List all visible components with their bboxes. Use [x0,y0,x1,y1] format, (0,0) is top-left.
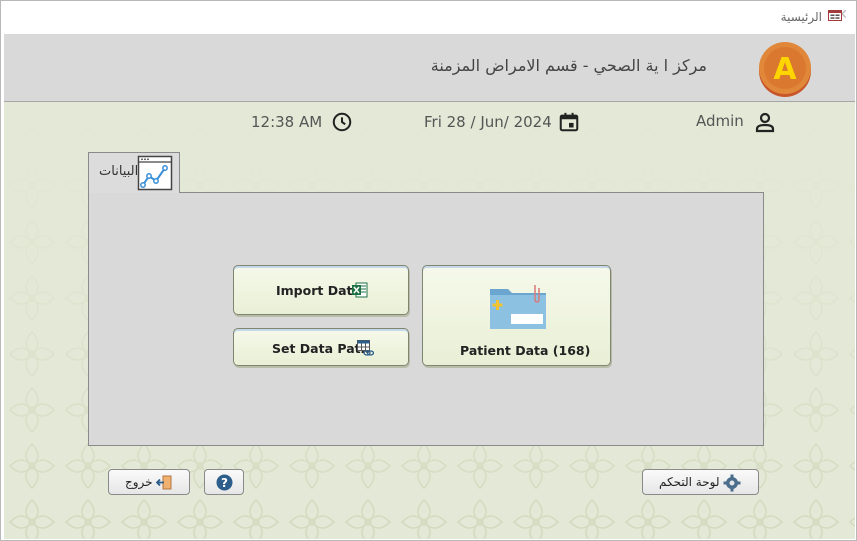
window-title: الرئيسية [780,10,822,24]
table-link-icon [357,340,374,356]
user-icon [755,112,775,133]
page-title: مركز ا ية الصحي - قسم الامراض المزمنة [430,56,707,75]
exit-label: خروج [125,475,153,489]
chart-window-icon [137,155,173,191]
clock-icon [332,112,352,132]
import-data-button[interactable]: Import Data [233,265,409,315]
app-window: ✕ الرئيسية مركز ا ية الصحي - قسم الامراض… [0,0,857,541]
gear-icon [723,474,741,492]
set-data-path-button[interactable]: Set Data Path [233,328,409,366]
control-panel-button[interactable]: لوحة التحكم [642,469,759,495]
header-band: مركز ا ية الصحي - قسم الامراض المزمنة A [4,34,855,102]
folder-icon [490,285,546,329]
exit-button[interactable]: خروج [108,469,190,495]
date-text: Fri 28 / Jun/ 2024 [424,113,552,131]
excel-icon [352,282,368,298]
exit-icon [156,475,172,490]
control-panel-label: لوحة التحكم [659,475,720,489]
user-name: Admin [696,112,744,130]
tab-data[interactable]: البيانات [88,152,180,193]
set-data-path-label: Set Data Path [272,341,370,356]
help-glyph: ? [221,476,228,490]
help-button[interactable]: ? [204,469,244,495]
tab-data-label: البيانات [99,164,139,179]
time-text: 12:38 AM [251,113,323,131]
app-form-icon [828,10,842,21]
title-bar: ✕ الرئيسية [1,1,856,34]
help-icon: ? [216,474,233,491]
logo: A [759,42,811,97]
calendar-icon [559,112,579,132]
patient-data-label: Patient Data (168) [460,343,591,358]
logo-letter: A [773,52,797,87]
import-data-label: Import Data [276,283,361,298]
patient-data-button[interactable]: Patient Data (168) [422,265,611,366]
